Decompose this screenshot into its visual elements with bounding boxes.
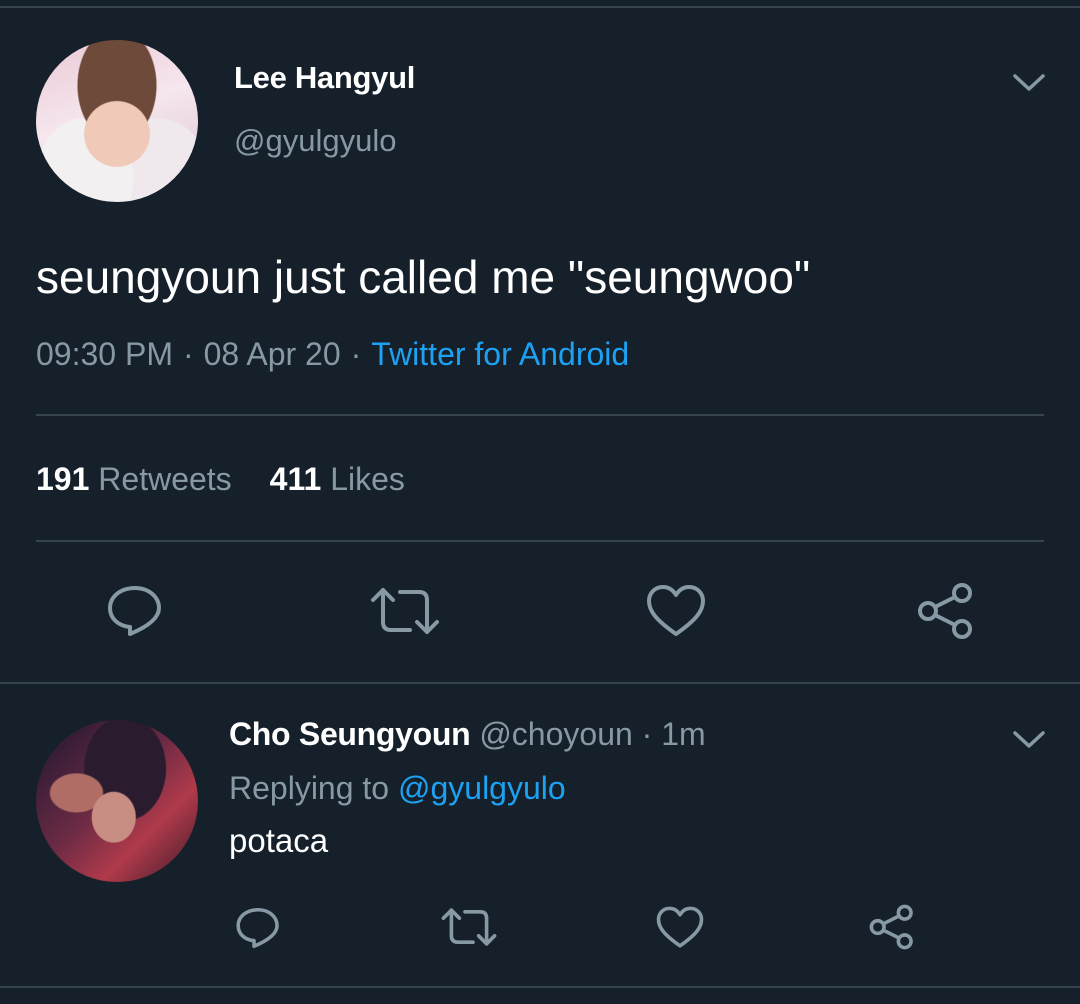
- reply-separator: ·: [641, 716, 653, 752]
- replying-to: Replying to @gyulgyulo: [229, 770, 566, 807]
- tweet-detail-page: Lee Hangyul @gyulgyulo seungyoun just ca…: [0, 0, 1080, 1004]
- reply-age: 1m: [661, 716, 706, 752]
- retweets-count: 191: [36, 461, 90, 497]
- retweets-label: Retweets: [98, 461, 232, 497]
- author-handle[interactable]: @gyulgyulo: [234, 123, 396, 159]
- tweet-date: 08 Apr 20: [203, 336, 341, 372]
- stats-divider: [36, 540, 1044, 542]
- replying-to-label: Replying to: [229, 770, 390, 806]
- author-name[interactable]: Lee Hangyul: [234, 60, 415, 96]
- likes-label: Likes: [330, 461, 405, 497]
- heart-icon[interactable]: [656, 906, 704, 949]
- share-icon[interactable]: [916, 582, 976, 640]
- tweet-meta: 09:30 PM · 08 Apr 20 · Twitter for Android: [36, 336, 629, 373]
- reply-author-handle[interactable]: @choyoun: [479, 716, 632, 752]
- heart-icon[interactable]: [646, 584, 706, 638]
- likes-stat[interactable]: 411 Likes: [270, 461, 405, 497]
- bottom-divider: [0, 986, 1080, 988]
- tweet-stats: 191 Retweets 411 Likes: [36, 461, 405, 498]
- author-avatar[interactable]: [36, 40, 198, 202]
- section-divider: [0, 682, 1080, 684]
- reply-icon[interactable]: [235, 906, 281, 950]
- meta-separator: ·: [350, 336, 362, 372]
- chevron-down-icon[interactable]: [1012, 729, 1046, 751]
- reply-author-avatar[interactable]: [36, 720, 198, 882]
- likes-count: 411: [269, 461, 322, 497]
- meta-divider: [36, 414, 1044, 416]
- retweets-stat[interactable]: 191 Retweets: [36, 461, 232, 497]
- reply-text: potaca: [229, 822, 329, 859]
- chevron-down-icon[interactable]: [1012, 72, 1046, 94]
- tweet-time: 09:30 PM: [36, 336, 173, 372]
- replying-to-mention[interactable]: @gyulgyulo: [398, 770, 566, 806]
- reply-icon[interactable]: [106, 584, 164, 638]
- top-divider: [0, 6, 1080, 8]
- tweet-source-link[interactable]: Twitter for Android: [371, 336, 629, 372]
- meta-separator: ·: [182, 336, 194, 372]
- retweet-icon[interactable]: [441, 907, 497, 947]
- tweet-text: seungyoun just called me "seungwoo": [36, 251, 811, 303]
- reply-header: Cho Seungyoun @choyoun · 1m: [229, 716, 706, 753]
- reply-author-name[interactable]: Cho Seungyoun: [229, 716, 471, 752]
- retweet-icon[interactable]: [370, 586, 440, 636]
- share-icon[interactable]: [868, 904, 916, 950]
